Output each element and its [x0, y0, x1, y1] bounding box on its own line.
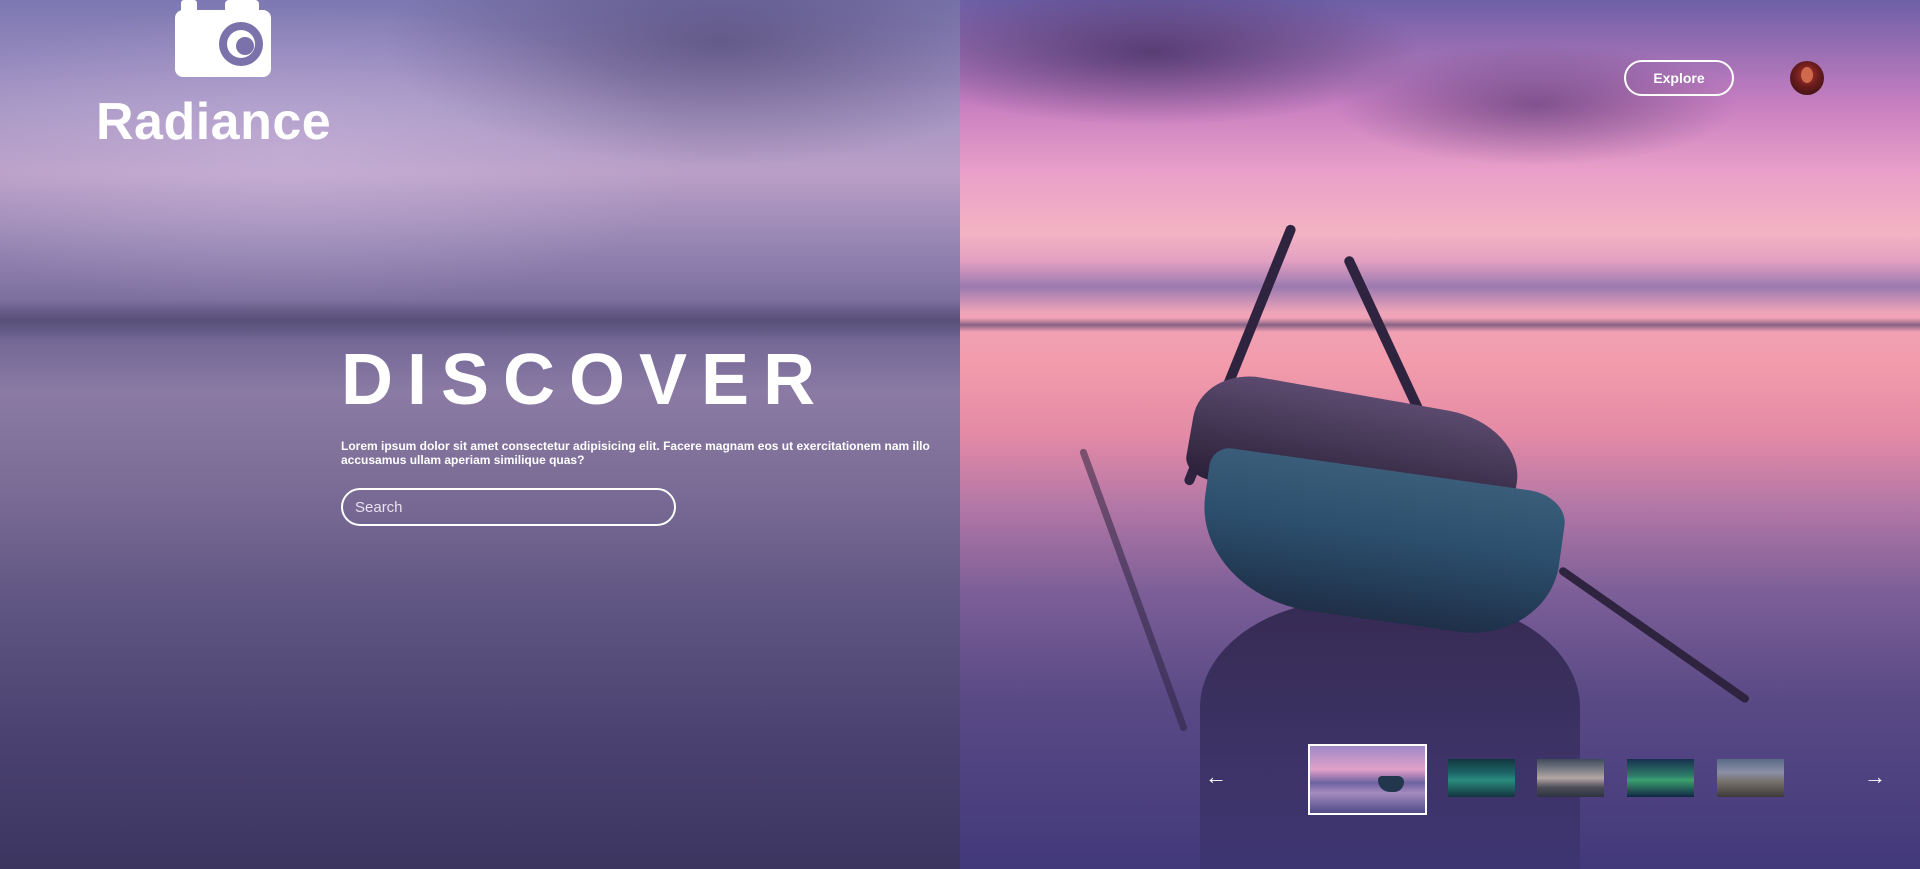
thumbnail-aurora-lake[interactable] — [1448, 759, 1515, 797]
explore-button[interactable]: Explore — [1624, 60, 1734, 96]
boat-reflection — [1200, 600, 1580, 869]
user-avatar[interactable] — [1790, 61, 1824, 95]
brand-name: Radiance — [96, 93, 332, 151]
thumbnail-boat-selected[interactable] — [1308, 744, 1427, 815]
boat-rope — [1557, 565, 1751, 705]
search-input[interactable] — [341, 488, 676, 526]
hero-image-panel — [960, 0, 1920, 869]
hero-description: Lorem ipsum dolor sit amet consectetur a… — [341, 439, 930, 467]
thumbnail-aurora-night[interactable] — [1627, 759, 1694, 797]
horizon-line — [960, 318, 1920, 332]
hero-title: DISCOVER — [341, 340, 830, 420]
avatar-face — [1801, 67, 1813, 83]
thumbnail-cloudy-shore[interactable] — [1537, 759, 1604, 797]
thumbnail-mountain-valley[interactable] — [1717, 759, 1784, 797]
camera-icon — [175, 0, 271, 77]
arrow-left-icon[interactable]: ← — [1199, 760, 1233, 794]
hero-section: DISCOVER Lorem ipsum dolor sit amet cons… — [341, 335, 941, 526]
arrow-right-icon[interactable]: → — [1858, 760, 1892, 794]
pole-reflection — [1078, 447, 1189, 733]
